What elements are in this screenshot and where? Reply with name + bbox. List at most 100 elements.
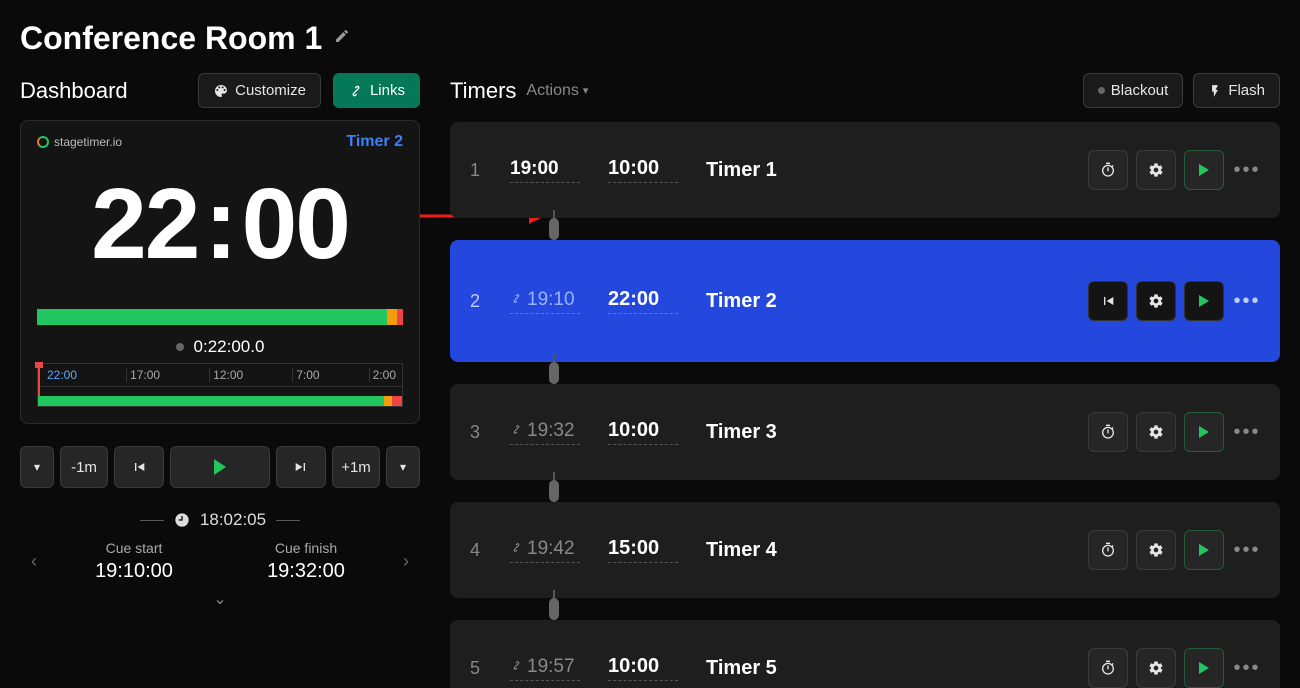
cue-prev-button[interactable]: ‹	[20, 551, 48, 572]
cue-expand-button[interactable]: ⌄	[20, 589, 420, 609]
play-icon	[1199, 295, 1209, 307]
blackout-button[interactable]: Blackout	[1083, 73, 1184, 108]
preview-timer-name: Timer 2	[346, 133, 403, 151]
timer-row-more-button[interactable]: •••	[1232, 657, 1262, 680]
brand-logo-icon	[37, 136, 49, 148]
timer-row-more-button[interactable]: •••	[1232, 539, 1262, 562]
timer-row-more-button[interactable]: •••	[1232, 159, 1262, 182]
plus1m-menu-button[interactable]: ▾	[386, 446, 420, 488]
link-icon	[510, 541, 523, 557]
timer-row[interactable]: 3 19:32 10:00 Timer 3 •••	[450, 384, 1280, 480]
play-icon	[1199, 164, 1209, 176]
play-icon	[1199, 544, 1209, 556]
play-button[interactable]	[170, 446, 270, 488]
timer-row-play-button[interactable]	[1184, 530, 1224, 570]
timer-row-name[interactable]: Timer 5	[706, 657, 1060, 680]
customize-button[interactable]: Customize	[198, 73, 321, 108]
timer-row-name[interactable]: Timer 3	[706, 421, 1060, 444]
timer-row-duration[interactable]: 10:00	[608, 157, 678, 183]
timer-row[interactable]: 2 19:10 22:00 Timer 2 •••	[450, 240, 1280, 362]
timer-row[interactable]: 1 19:00 10:00 Timer 1 •••	[450, 122, 1280, 218]
minus1m-button[interactable]: -1m	[60, 446, 108, 488]
timer-row-settings-button[interactable]	[1136, 648, 1176, 688]
timer-row-name[interactable]: Timer 2	[706, 290, 1060, 313]
timer-row-duration[interactable]: 10:00	[608, 419, 678, 445]
cue-finish-label: Cue finish	[220, 540, 392, 556]
timeline-tick: 12:00	[209, 368, 243, 382]
skip-prev-icon	[131, 459, 147, 475]
skip-next-icon	[293, 459, 309, 475]
timeline-tick: 2:00	[369, 368, 396, 382]
page-title: Conference Room 1	[20, 20, 322, 57]
dashboard-title: Dashboard	[20, 78, 186, 104]
timers-actions-menu[interactable]: Actions▾	[526, 82, 588, 100]
brand-name: stagetimer.io	[54, 135, 122, 149]
timer-row-stopwatch-button[interactable]	[1088, 648, 1128, 688]
next-button[interactable]	[276, 446, 326, 488]
timer-row-name[interactable]: Timer 1	[706, 159, 1060, 182]
timer-row-more-button[interactable]: •••	[1232, 421, 1262, 444]
edit-title-icon[interactable]	[334, 28, 350, 49]
timer-row-index: 5	[468, 658, 482, 679]
timer-row-index: 3	[468, 422, 482, 443]
timeline-tick: 17:00	[126, 368, 160, 382]
timeline-tick: 7:00	[292, 368, 319, 382]
timer-row-start[interactable]: 19:57	[510, 656, 580, 681]
timer-row-index: 2	[468, 291, 482, 312]
timer-row-play-button[interactable]	[1184, 412, 1224, 452]
timer-row-settings-button[interactable]	[1136, 530, 1176, 570]
play-icon	[1199, 662, 1209, 674]
timer-row-start[interactable]: 19:10	[510, 289, 580, 314]
cue-block: 18:02:05 ‹ Cue start 19:10:00 Cue finish…	[20, 510, 420, 609]
clock-icon	[174, 512, 190, 528]
link-icon	[510, 659, 523, 675]
big-time-seconds: 00	[242, 168, 349, 280]
play-icon	[1199, 426, 1209, 438]
links-button-label: Links	[370, 82, 405, 99]
customize-button-label: Customize	[235, 82, 306, 99]
timer-row[interactable]: 5 19:57 10:00 Timer 5 •••	[450, 620, 1280, 688]
timer-row-start[interactable]: 19:32	[510, 420, 580, 445]
cue-start-value: 19:10:00	[48, 560, 220, 583]
progress-bar	[37, 309, 403, 325]
timer-row-more-button[interactable]: •••	[1232, 290, 1262, 313]
timer-row[interactable]: 4 19:42 15:00 Timer 4 •••	[450, 502, 1280, 598]
cue-finish-value: 19:32:00	[220, 560, 392, 583]
prev-button[interactable]	[114, 446, 164, 488]
timer-row-start[interactable]: 19:42	[510, 538, 580, 563]
timeline-tick: 22:00	[44, 368, 77, 382]
flash-icon	[1208, 84, 1222, 98]
big-time-display: 22:00	[37, 169, 403, 279]
timer-row-prev-button[interactable]	[1088, 281, 1128, 321]
plus1m-button[interactable]: +1m	[332, 446, 380, 488]
blackout-button-label: Blackout	[1111, 82, 1169, 99]
timer-row-settings-button[interactable]	[1136, 412, 1176, 452]
flash-button[interactable]: Flash	[1193, 73, 1280, 108]
timer-row-play-button[interactable]	[1184, 150, 1224, 190]
timer-row-play-button[interactable]	[1184, 281, 1224, 321]
elapsed-time: 0:22:00.0	[194, 337, 265, 357]
cue-start-label: Cue start	[48, 540, 220, 556]
timer-row-settings-button[interactable]	[1136, 150, 1176, 190]
timer-row-stopwatch-button[interactable]	[1088, 530, 1128, 570]
cue-next-button[interactable]: ›	[392, 551, 420, 572]
timer-row-duration[interactable]: 15:00	[608, 537, 678, 563]
timer-row-settings-button[interactable]	[1136, 281, 1176, 321]
timeline[interactable]: 22:00 17:00 12:00 7:00 2:00	[37, 363, 403, 407]
flash-button-label: Flash	[1228, 82, 1265, 99]
palette-icon	[213, 83, 229, 99]
links-button[interactable]: Links	[333, 73, 420, 108]
big-time-minutes: 22	[91, 168, 198, 280]
minus1m-menu-button[interactable]: ▾	[20, 446, 54, 488]
link-icon	[510, 423, 523, 439]
timer-row-play-button[interactable]	[1184, 648, 1224, 688]
link-icon	[510, 292, 523, 308]
timer-row-duration[interactable]: 10:00	[608, 655, 678, 681]
timer-row-index: 1	[468, 160, 482, 181]
timer-row-start[interactable]: 19:00	[510, 158, 580, 183]
timer-row-name[interactable]: Timer 4	[706, 539, 1060, 562]
timer-row-duration[interactable]: 22:00	[608, 288, 678, 314]
timer-row-index: 4	[468, 540, 482, 561]
timer-row-stopwatch-button[interactable]	[1088, 150, 1128, 190]
timer-row-stopwatch-button[interactable]	[1088, 412, 1128, 452]
